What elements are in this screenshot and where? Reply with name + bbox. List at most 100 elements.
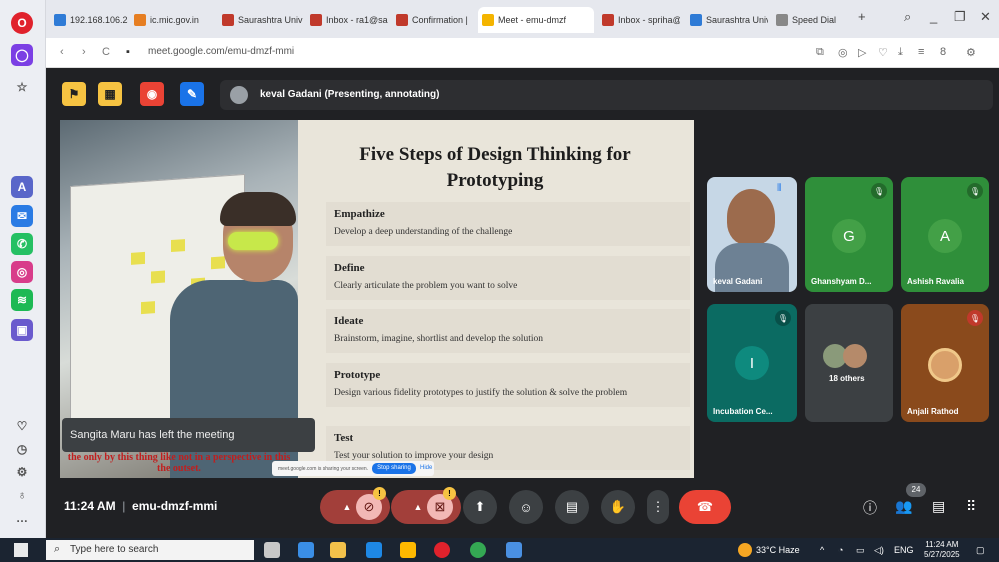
tile-keval[interactable]: ⦀ keval Gadani: [707, 177, 797, 292]
more-icon[interactable]: …: [11, 507, 33, 529]
tab-meet-active[interactable]: Meet - emu-dmzf: [478, 7, 594, 33]
settings-icon[interactable]: ⚙: [11, 461, 33, 483]
step-prototype: Prototype Design various fidelity prototy…: [326, 363, 690, 407]
task-view-icon[interactable]: [264, 542, 280, 558]
tile-others[interactable]: 18 others: [805, 304, 893, 422]
shield-icon[interactable]: ♡: [878, 46, 888, 59]
aria-icon[interactable]: A: [11, 176, 33, 198]
workspace-icon[interactable]: ◯: [11, 44, 33, 66]
edge-icon[interactable]: [366, 542, 382, 558]
present-button[interactable]: ⬆: [463, 490, 497, 524]
meeting-code: emu-dmzf-mmi: [132, 499, 218, 513]
tray-clock[interactable]: 11:24 AM 5/27/2025: [924, 540, 960, 560]
network-icon[interactable]: ◔: [838, 545, 843, 555]
download-icon[interactable]: ⤓: [898, 46, 903, 59]
presenting-icon[interactable]: ⚑: [62, 82, 86, 106]
raise-hand-button[interactable]: ✋: [601, 490, 635, 524]
language-indicator[interactable]: ENG: [894, 545, 914, 555]
participant-name: Incubation Ce...: [713, 407, 773, 416]
tab-5[interactable]: Confirmation |: [392, 7, 476, 33]
tab-islands-icon[interactable]: ▣: [11, 319, 33, 341]
instagram-icon[interactable]: ◎: [11, 261, 33, 283]
maximize-icon[interactable]: ❐: [954, 9, 966, 25]
camera-warning-badge: !: [443, 487, 456, 500]
tab-favicon: [134, 14, 146, 26]
paint-icon[interactable]: [506, 542, 522, 558]
leave-call-button[interactable]: ☎: [679, 490, 731, 524]
tab-1[interactable]: 192.168.106.252: [50, 7, 128, 33]
emoji-button[interactable]: ☺: [509, 490, 543, 524]
mic-options-chevron-icon[interactable]: ▲: [343, 502, 352, 512]
back-icon[interactable]: ‹: [60, 46, 64, 58]
tile-ashish[interactable]: 🎙 A Ashish Ravalia: [901, 177, 989, 292]
tray-date: 5/27/2025: [924, 550, 960, 559]
tab-2[interactable]: ic.mic.gov.in: [130, 7, 210, 33]
forward-icon[interactable]: ›: [82, 46, 86, 58]
tab-label: Inbox - ra1@sa: [326, 15, 388, 25]
more-options-button[interactable]: ⋮: [647, 490, 669, 524]
camera-icon[interactable]: ◎: [838, 46, 848, 59]
folder-icon[interactable]: [400, 542, 416, 558]
tab-7[interactable]: Inbox - spriha@: [598, 7, 680, 33]
new-tab-icon[interactable]: +: [858, 9, 866, 24]
pin-icon[interactable]: ♁: [11, 484, 33, 506]
step-heading: Define: [334, 262, 365, 274]
windows-start-icon[interactable]: [14, 543, 28, 557]
app-icon[interactable]: [298, 542, 314, 558]
play-icon[interactable]: ▷: [858, 46, 866, 59]
file-explorer-icon[interactable]: [330, 542, 346, 558]
history-icon[interactable]: ◷: [11, 438, 33, 460]
tab-9[interactable]: Speed Dial: [772, 7, 848, 33]
search-tabs-icon[interactable]: ⌕: [904, 9, 911, 25]
snapshot-icon[interactable]: ⧉: [816, 46, 824, 59]
url-field[interactable]: meet.google.com/emu-dmzf-mmi: [148, 46, 294, 57]
weather-icon: [738, 543, 752, 557]
captions-button[interactable]: ▤: [555, 490, 589, 524]
extensions-icon[interactable]: ⚙: [966, 46, 976, 59]
profile-icon[interactable]: 8: [940, 46, 946, 58]
camera-options-chevron-icon[interactable]: ▲: [414, 502, 423, 512]
notifications-icon[interactable]: ▢: [976, 545, 985, 556]
tray-chevron-icon[interactable]: ^: [820, 545, 824, 555]
tab-4[interactable]: Inbox - ra1@sa: [306, 7, 390, 33]
spotify-icon[interactable]: ≋: [11, 289, 33, 311]
tile-anjali[interactable]: 🎙 Anjali Rathod: [901, 304, 989, 422]
info-icon[interactable]: ⓘ: [863, 498, 877, 518]
mic-off-icon: 🎙: [871, 183, 887, 199]
record-icon[interactable]: ◉: [140, 82, 164, 106]
tile-incubation[interactable]: 🎙 I Incubation Ce...: [707, 304, 797, 422]
tab-favicon: [690, 14, 702, 26]
minimize-icon[interactable]: _: [930, 9, 937, 24]
tab-3[interactable]: Saurashtra Univ: [218, 7, 304, 33]
reload-icon[interactable]: C: [102, 46, 110, 58]
battery-icon[interactable]: ▭: [856, 545, 865, 556]
opera-taskbar-icon[interactable]: [434, 542, 450, 558]
tile-ghanshyam[interactable]: 🎙 G Ghanshyam D...: [805, 177, 893, 292]
opera-sidebar: O ◯ ☆ A ✉ ✆ ◎ ≋ ▣ ♡ ◷ ⚙ ♁ …: [0, 0, 46, 538]
tab-8[interactable]: Saurashtra Univ: [686, 7, 768, 33]
participant-avatar: A: [928, 219, 962, 253]
close-icon[interactable]: ✕: [980, 9, 991, 25]
edit-icon[interactable]: ✎: [180, 82, 204, 106]
heart-icon[interactable]: ♡: [11, 415, 33, 437]
messenger-icon[interactable]: ✉: [11, 205, 33, 227]
tab-favicon: [54, 14, 66, 26]
step-empathize: Empathize Develop a deep understanding of…: [326, 202, 690, 246]
stop-sharing-button[interactable]: Stop sharing: [372, 463, 416, 474]
whatsapp-icon[interactable]: ✆: [11, 233, 33, 255]
taskbar-search[interactable]: Type here to search: [46, 540, 254, 560]
volume-icon[interactable]: ◁): [874, 545, 884, 556]
annotate-icon[interactable]: ▦: [98, 82, 122, 106]
tab-label: Speed Dial: [792, 15, 837, 25]
slide-title: Five Steps of Design Thinking for Protot…: [359, 144, 631, 191]
chat-icon[interactable]: ▤: [932, 498, 945, 515]
hide-button[interactable]: Hide: [420, 465, 432, 471]
chrome-icon[interactable]: [470, 542, 486, 558]
menu-icon[interactable]: ≡: [918, 46, 924, 58]
bookmarks-star-icon[interactable]: ☆: [11, 76, 33, 98]
activities-icon[interactable]: ⠿: [966, 498, 976, 515]
opera-logo-icon[interactable]: O: [11, 12, 33, 34]
step-heading: Empathize: [334, 208, 385, 220]
people-icon[interactable]: 👥: [895, 498, 912, 515]
weather-text[interactable]: 33°C Haze: [756, 545, 800, 555]
